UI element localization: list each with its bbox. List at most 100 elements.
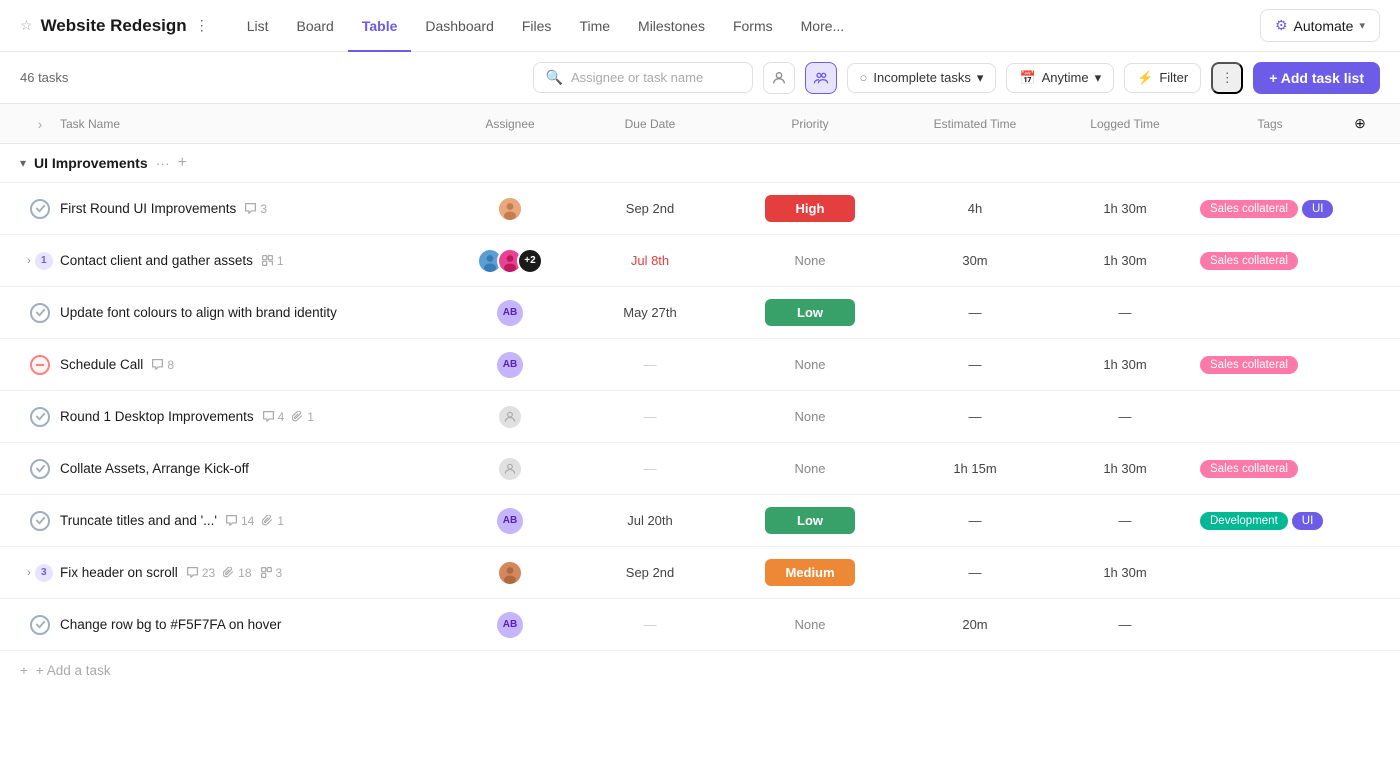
task-status-check[interactable] [20,199,60,219]
task-name-cell: Round 1 Desktop Improvements 4 1 [60,409,440,424]
tag-sales-collateral[interactable]: Sales collateral [1200,200,1298,218]
comment-icon[interactable]: 23 [186,566,215,580]
table-row: First Round UI Improvements 3 Sep 2nd Hi… [0,183,1400,235]
table-header: › Task Name Assignee Due Date Priority E… [0,104,1400,144]
tag-development[interactable]: Development [1200,512,1288,530]
task-status-check[interactable] [20,407,60,427]
add-task-label[interactable]: + Add a task [36,663,111,678]
priority-cell: Medium [720,559,900,586]
search-box[interactable]: 🔍 Assignee or task name [533,62,753,93]
check-done-icon[interactable] [30,303,50,323]
assignee-cell: AB [440,612,580,638]
check-done-icon[interactable] [30,615,50,635]
tab-time[interactable]: Time [565,2,624,52]
assignee-cell [440,404,580,430]
section-more-icon[interactable]: ··· [156,155,170,171]
task-label[interactable]: Collate Assets, Arrange Kick-off [60,461,249,476]
anytime-label: Anytime [1042,70,1089,85]
task-label[interactable]: Update font colours to align with brand … [60,305,337,320]
assignee-cell [440,196,580,222]
tab-board[interactable]: Board [282,2,347,52]
comment-icon[interactable]: 4 [262,410,285,424]
task-expand-check[interactable]: › 1 [20,252,60,270]
task-label[interactable]: Change row bg to #F5F7FA on hover [60,617,281,632]
tab-dashboard[interactable]: Dashboard [411,2,508,52]
comment-icon[interactable]: 3 [244,202,267,216]
add-task-list-button[interactable]: + Add task list [1253,62,1380,94]
comment-icon[interactable]: 14 [225,514,254,528]
task-label[interactable]: Fix header on scroll [60,565,178,580]
tab-forms[interactable]: Forms [719,2,787,52]
tag-ui[interactable]: UI [1292,512,1324,530]
task-name-cell: Collate Assets, Arrange Kick-off [60,461,440,476]
tab-more[interactable]: More... [787,2,859,52]
est-time-cell: — [900,409,1050,424]
task-label[interactable]: Round 1 Desktop Improvements [60,409,254,424]
tab-table[interactable]: Table [348,2,412,52]
anytime-dropdown[interactable]: 📅 Anytime ▾ [1006,63,1114,93]
table-row: Collate Assets, Arrange Kick-off — None … [0,443,1400,495]
add-column-button[interactable]: ⊕ [1340,115,1380,132]
star-icon[interactable]: ☆ [20,17,33,34]
tag-sales-collateral[interactable]: Sales collateral [1200,460,1298,478]
subtask-icon[interactable]: 3 [260,566,283,580]
tab-files[interactable]: Files [508,2,566,52]
attachment-icon[interactable]: 18 [223,566,251,580]
task-status-check[interactable] [20,303,60,323]
incomplete-tasks-chevron: ▾ [977,70,984,86]
task-status-check[interactable] [20,459,60,479]
task-status-check[interactable] [20,615,60,635]
section-header[interactable]: ▾ UI Improvements ··· + [0,144,1400,183]
assignee-filter-button[interactable] [763,62,795,94]
est-time-cell: 30m [900,253,1050,268]
more-options-button[interactable]: ⋮ [1211,62,1243,94]
task-status-check[interactable] [20,511,60,531]
priority-none: None [794,253,825,268]
est-time-cell: 1h 15m [900,461,1050,476]
col-logged-time: Logged Time [1050,117,1200,131]
collapse-icon[interactable]: › [20,116,60,132]
task-label[interactable]: Contact client and gather assets [60,253,253,268]
task-label[interactable]: First Round UI Improvements [60,201,236,216]
est-time-cell: — [900,565,1050,580]
group-assignee-button[interactable] [805,62,837,94]
table-wrapper: › Task Name Assignee Due Date Priority E… [0,104,1400,764]
search-input[interactable]: Assignee or task name [571,70,703,85]
task-label[interactable]: Truncate titles and and '...' [60,513,217,528]
check-done-icon[interactable] [30,511,50,531]
tab-list[interactable]: List [233,2,283,52]
section-chevron-icon[interactable]: ▾ [20,156,26,170]
table-row: Truncate titles and and '...' 14 1 AB Ju… [0,495,1400,547]
task-name-cell: Contact client and gather assets 1 [60,253,440,268]
task-label[interactable]: Schedule Call [60,357,143,372]
task-expand-check[interactable]: › 3 [20,564,60,582]
toolbar: 46 tasks 🔍 Assignee or task name ○ Incom… [0,52,1400,104]
avatar-ab: AB [497,612,523,638]
add-task-row[interactable]: + + Add a task [0,651,1400,690]
check-done-icon[interactable] [30,407,50,427]
check-done-icon[interactable] [30,199,50,219]
more-options-icon[interactable]: ⋮ [195,17,209,34]
subtask-icon[interactable]: 1 [261,254,284,268]
section-add-icon[interactable]: + [178,154,187,172]
check-blocked-icon[interactable] [30,355,50,375]
comment-icon[interactable]: 8 [151,358,174,372]
attachment-icon[interactable]: 1 [292,410,314,424]
avatar-ab: AB [497,300,523,326]
tag-ui[interactable]: UI [1302,200,1334,218]
est-time-cell: — [900,513,1050,528]
tab-milestones[interactable]: Milestones [624,2,719,52]
task-name-cell: Schedule Call 8 [60,357,440,372]
automate-button[interactable]: ⚙ Automate ▾ [1260,9,1380,42]
tag-sales-collateral[interactable]: Sales collateral [1200,252,1298,270]
logged-time-cell: 1h 30m [1050,201,1200,216]
task-status-check[interactable] [20,355,60,375]
col-tags: Tags [1200,117,1340,131]
avatar-placeholder [497,456,523,482]
tag-sales-collateral[interactable]: Sales collateral [1200,356,1298,374]
filter-button[interactable]: ⚡ Filter [1124,63,1201,93]
attachment-icon[interactable]: 1 [262,514,284,528]
incomplete-tasks-dropdown[interactable]: ○ Incomplete tasks ▾ [847,63,997,93]
logged-time-cell: — [1050,617,1200,632]
check-done-icon[interactable] [30,459,50,479]
